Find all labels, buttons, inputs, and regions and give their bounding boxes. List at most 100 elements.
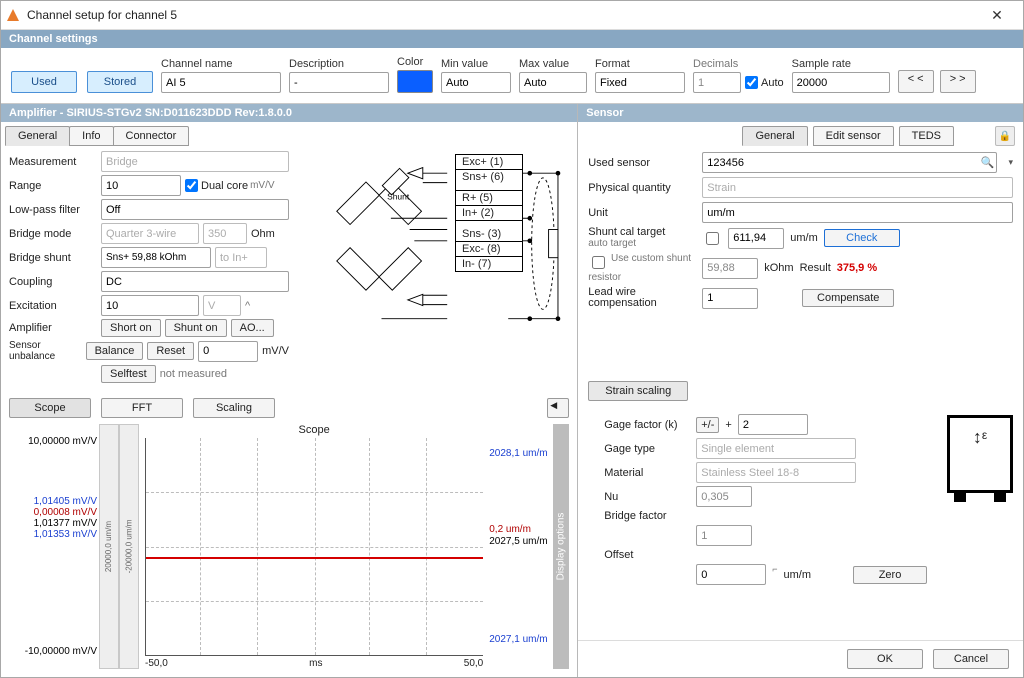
sensor-tab-edit[interactable]: Edit sensor <box>813 126 894 146</box>
selftest-button[interactable]: Selftest <box>101 365 156 383</box>
cancel-button[interactable]: Cancel <box>933 649 1009 669</box>
min-label: Min value <box>441 58 511 70</box>
channel-name-input[interactable] <box>161 72 281 93</box>
reset-button[interactable]: Reset <box>147 342 194 360</box>
excitation-label: Excitation <box>9 300 97 312</box>
result-label: Result <box>800 262 831 274</box>
decimals-input[interactable] <box>693 72 741 93</box>
offset-unit: um/m <box>784 569 812 581</box>
result-value: 375,9 % <box>837 262 877 274</box>
shunt-target-label: Shunt cal target <box>588 226 665 238</box>
pin-in-minus: In- (7) <box>456 256 522 271</box>
auto-decimals-checkbox[interactable]: Auto <box>745 76 784 89</box>
x-right: 50,0 <box>464 658 483 669</box>
pin-r-plus: R+ (5) <box>456 191 522 205</box>
mv4-label: 1,01353 mV/V <box>34 529 97 540</box>
range-select[interactable]: 10 <box>101 175 181 196</box>
balance-button[interactable]: Balance <box>86 342 144 360</box>
r-mid1: 0,2 um/m <box>489 524 531 535</box>
bridge-factor-label: Bridge factor <box>604 510 690 522</box>
unbalance-input[interactable] <box>198 341 258 362</box>
sensor-tab-teds[interactable]: TEDS <box>899 126 954 146</box>
bridgeshunt-select[interactable]: Sns+ 59,88 kOhm <box>101 247 211 268</box>
tab-fft[interactable]: FFT <box>101 398 183 418</box>
ao-button[interactable]: AO... <box>231 319 274 337</box>
nu-input <box>696 486 752 507</box>
shunt-target-input[interactable] <box>728 228 784 249</box>
zero-button[interactable]: Zero <box>853 566 927 584</box>
app-icon <box>5 7 21 23</box>
min-input[interactable] <box>441 72 511 93</box>
coupling-select[interactable]: DC <box>101 271 289 292</box>
lpf-label: Low-pass filter <box>9 204 97 216</box>
channel-name-label: Channel name <box>161 58 281 70</box>
y-top-label: 10,00000 mV/V <box>28 436 97 447</box>
next-channel-button[interactable]: > > <box>940 70 976 93</box>
lpf-select[interactable]: Off <box>101 199 289 220</box>
unbalance-unit: mV/V <box>262 345 289 357</box>
description-label: Description <box>289 58 389 70</box>
unit-label: Unit <box>588 207 696 219</box>
custom-shunt-checkbox[interactable] <box>592 256 605 269</box>
prev-channel-button[interactable]: < < <box>898 70 934 93</box>
r-top: 2028,1 um/m <box>489 448 547 459</box>
bridgemode-select[interactable]: Quarter 3-wire <box>101 223 199 244</box>
used-sensor-input[interactable] <box>702 152 997 173</box>
bridgeres-select[interactable]: 350 <box>203 223 247 244</box>
excitation-select[interactable]: 10 <box>101 295 199 316</box>
mv3-label: 1,01377 mV/V <box>34 518 97 529</box>
material-select[interactable]: Stainless Steel 18-8 <box>696 462 856 483</box>
leadwire-input[interactable] <box>702 288 758 309</box>
shunt-target-unit: um/m <box>790 232 818 244</box>
bridgeshunt-to-select[interactable]: to In+ <box>215 247 267 268</box>
format-select[interactable]: Fixed <box>595 72 685 93</box>
scope-collapse-icon[interactable]: ◀ <box>547 398 569 418</box>
bridge-diagram: Shunt Exc+ (1) Sns+ (6) R+ (5) In+ (2) S… <box>297 148 569 386</box>
max-input[interactable] <box>519 72 587 93</box>
check-button[interactable]: Check <box>824 229 900 247</box>
physical-qty-select[interactable]: Strain <box>702 177 1013 198</box>
gage-type-select[interactable]: Single element <box>696 438 856 459</box>
short-on-button[interactable]: Short on <box>101 319 161 337</box>
measurement-label: Measurement <box>9 156 97 168</box>
measurement-select[interactable]: Bridge <box>101 151 289 172</box>
close-button[interactable]: ✕ <box>975 1 1019 29</box>
search-icon[interactable]: 🔍 <box>981 156 995 169</box>
strain-scaling-head[interactable]: Strain scaling <box>588 381 688 401</box>
ok-button[interactable]: OK <box>847 649 923 669</box>
tab-connector[interactable]: Connector <box>113 126 190 146</box>
gage-factor-sign: + <box>725 419 731 431</box>
offset-input[interactable] <box>696 564 766 585</box>
display-options-handle[interactable]: Display options <box>553 424 569 669</box>
stored-button[interactable]: Stored <box>87 71 153 93</box>
x-left: -50,0 <box>145 658 168 669</box>
gage-factor-input[interactable] <box>738 414 808 435</box>
description-input[interactable] <box>289 72 389 93</box>
svg-text:Shunt: Shunt <box>387 191 410 201</box>
x-unit: ms <box>309 658 322 669</box>
used-sensor-label: Used sensor <box>588 157 696 169</box>
used-button[interactable]: Used <box>11 71 77 93</box>
tab-scaling[interactable]: Scaling <box>193 398 275 418</box>
gage-type-label: Gage type <box>604 443 690 455</box>
shunt-on-button[interactable]: Shunt on <box>165 319 227 337</box>
dualcore-checkbox[interactable]: Dual core <box>185 179 248 192</box>
shunt-autotarget-label: auto target <box>588 238 636 249</box>
samplerate-select[interactable]: 20000 <box>792 72 890 93</box>
excitation-unit-select[interactable]: V <box>203 295 241 316</box>
window-title: Channel setup for channel 5 <box>27 8 975 22</box>
gage-factor-label: Gage factor (k) <box>604 419 690 431</box>
tab-general[interactable]: General <box>5 126 70 146</box>
color-swatch[interactable] <box>397 70 433 93</box>
auto-target-checkbox[interactable] <box>706 232 719 245</box>
sign-toggle-button[interactable]: +/- <box>696 417 719 433</box>
tab-scope[interactable]: Scope <box>9 398 91 418</box>
lock-icon[interactable]: 🔒 <box>995 126 1015 146</box>
chevron-down-icon[interactable]: ▾ <box>1008 157 1013 168</box>
sensor-tab-general[interactable]: General <box>742 126 807 146</box>
compensate-button[interactable]: Compensate <box>802 289 894 307</box>
unit-select[interactable]: um/m <box>702 202 1013 223</box>
amplifier-actions-label: Amplifier <box>9 322 97 334</box>
tab-info[interactable]: Info <box>69 126 113 146</box>
material-label: Material <box>604 467 690 479</box>
